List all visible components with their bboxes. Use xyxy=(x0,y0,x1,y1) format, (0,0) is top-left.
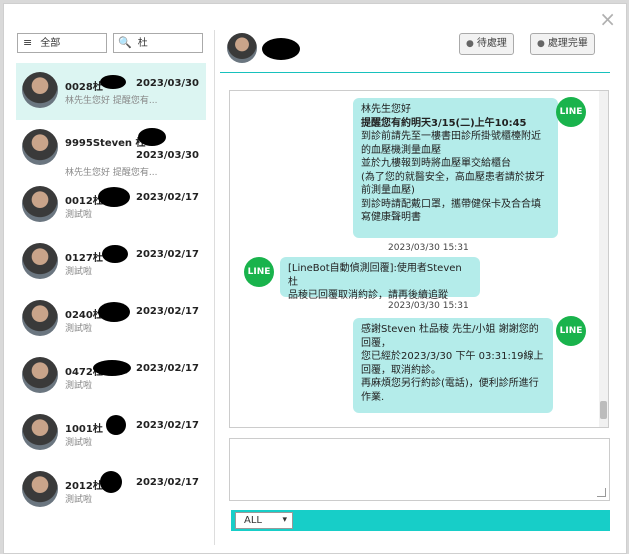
search-value: 杜 xyxy=(137,38,148,49)
line-icon: LINE xyxy=(556,97,586,127)
redaction-mark xyxy=(100,75,126,89)
avatar xyxy=(22,186,58,222)
message-line: 到診前請先至一樓書田診所掛號櫃檯附近 xyxy=(361,131,541,142)
pane-divider xyxy=(214,30,215,545)
redaction-mark xyxy=(98,302,130,322)
message-line: 回覆， xyxy=(361,337,391,349)
contact-item[interactable]: 0472杜 2023/02/17 測試啦 xyxy=(16,348,206,405)
contact-name: 0012杜 xyxy=(65,196,103,207)
avatar xyxy=(22,300,58,336)
contact-preview: 林先生您好 提醒您有... xyxy=(65,96,158,106)
message-timestamp: 2023/03/30 15:31 xyxy=(388,301,469,311)
search-icon: 🔍 xyxy=(118,36,132,49)
contact-preview: 測試啦 xyxy=(65,495,93,505)
message-line: 再麻煩您另行約診(電話)，便利診所進行 xyxy=(361,378,539,389)
message-line: 寫健康聲明書 xyxy=(361,212,421,223)
avatar xyxy=(227,33,257,63)
scrollbar[interactable] xyxy=(599,91,608,427)
message-line: 的血壓機測量血壓 xyxy=(361,144,441,156)
contact-item[interactable]: 0127杜 2023/02/17 測試啦 xyxy=(16,234,206,291)
message-line: 並於九樓報到時將血壓單交給櫃台 xyxy=(361,158,511,169)
avatar xyxy=(22,357,58,393)
message-panel: 林先生您好 提醒您有約明天3/15(二)上午10:45 到診前請先至一樓書田診所… xyxy=(229,90,609,428)
contact-item[interactable]: 1001杜 2023/02/17 測試啦 xyxy=(16,405,206,462)
contact-date: 2023/02/17 xyxy=(136,363,199,374)
message-line: 回覆，取消約診。 xyxy=(361,364,441,376)
message-line: 到診時請配戴口罩，攜帶健保卡及合合填 xyxy=(361,198,541,210)
avatar xyxy=(22,471,58,507)
redaction-mark xyxy=(262,38,300,60)
contact-item[interactable]: 2012杜 2023/02/17 測試啦 xyxy=(16,462,206,519)
contact-date: 2023/02/17 xyxy=(136,306,199,317)
line-icon: LINE xyxy=(556,316,586,346)
done-button[interactable]: ● 處理完畢 xyxy=(530,33,595,55)
filter-dropdown[interactable]: ≡ 全部 xyxy=(17,33,107,53)
contact-date: 2023/02/17 xyxy=(136,477,199,488)
line-icon: LINE xyxy=(244,257,274,287)
chat-icon: ● xyxy=(466,39,474,49)
redaction-mark xyxy=(98,187,130,207)
contact-date: 2023/02/17 xyxy=(136,420,199,431)
contact-name: 0127杜 xyxy=(65,253,103,264)
avatar xyxy=(22,72,58,108)
message-line: [LineBot自動偵測回覆]:使用者Steven 杜 xyxy=(288,263,462,288)
contact-date: 2023/03/30 xyxy=(136,78,199,89)
redaction-mark xyxy=(93,360,131,376)
scrollbar-thumb[interactable] xyxy=(600,401,607,419)
redaction-mark xyxy=(102,245,128,263)
message-input[interactable] xyxy=(229,438,610,501)
pending-button[interactable]: ● 待處理 xyxy=(459,33,514,55)
chevron-down-icon: ▾ xyxy=(282,515,287,525)
pending-label: 待處理 xyxy=(476,38,507,49)
contact-name: 9995Steven 杜 xyxy=(65,138,146,149)
message-bubble: [LineBot自動偵測回覆]:使用者Steven 杜 品稜已回覆取消約診，請再… xyxy=(280,257,480,301)
contact-name: 0028杜 xyxy=(65,82,103,93)
contact-pane: ≡ 全部 🔍 杜 0028杜 2023/03/30 林先生您好 提醒您有... 99… xyxy=(16,30,206,545)
composer-toolbar: ALL ▾ xyxy=(231,510,610,531)
search-input[interactable]: 🔍 杜 xyxy=(113,33,203,53)
avatar xyxy=(22,129,58,165)
contact-name: 0240杜 xyxy=(65,310,103,321)
message-line: 前測量血壓) xyxy=(361,185,415,196)
contact-name: 2012杜 xyxy=(65,481,103,492)
message-bubble: 林先生您好 提醒您有約明天3/15(二)上午10:45 到診前請先至一樓書田診所… xyxy=(353,98,558,238)
channel-select[interactable]: ALL ▾ xyxy=(235,512,293,529)
contact-preview: 測試啦 xyxy=(65,324,93,334)
message-line: 提醒您有約明天3/15(二)上午10:45 xyxy=(361,117,527,129)
contact-preview: 測試啦 xyxy=(65,267,93,277)
redaction-mark xyxy=(138,128,166,146)
chat-icon: ● xyxy=(537,39,545,49)
message-line: (為了您的就醫安全，高血壓患者請於拔牙 xyxy=(361,171,545,183)
contact-item[interactable]: 9995Steven 杜 2023/03/30 林先生您好 提醒您有... xyxy=(16,120,206,178)
message-timestamp: 2023/03/30 15:31 xyxy=(388,243,469,253)
message-line: 感謝Steven 杜品稜 先生/小姐 謝謝您的 xyxy=(361,324,539,335)
message-line: 林先生您好 xyxy=(361,104,411,115)
close-icon[interactable]: × xyxy=(599,9,616,29)
contact-preview: 測試啦 xyxy=(65,381,93,391)
redaction-mark xyxy=(100,471,122,493)
contact-item[interactable]: 0012杜 2023/02/17 測試啦 xyxy=(16,177,206,234)
menu-icon: ≡ xyxy=(23,36,33,49)
channel-select-value: ALL xyxy=(244,515,262,526)
contact-preview: 測試啦 xyxy=(65,438,93,448)
redaction-mark xyxy=(106,415,126,435)
message-bubble: 感謝Steven 杜品稜 先生/小姐 謝謝您的 回覆， 您已經於2023/3/3… xyxy=(353,318,553,413)
contact-item[interactable]: 0028杜 2023/03/30 林先生您好 提醒您有... xyxy=(16,63,206,120)
contact-date: 2023/02/17 xyxy=(136,192,199,203)
contact-item[interactable]: 0240杜 2023/02/17 測試啦 xyxy=(16,291,206,348)
contact-date: 2023/02/17 xyxy=(136,249,199,260)
resize-handle[interactable] xyxy=(597,488,606,497)
message-line: 作業. xyxy=(361,391,385,403)
done-label: 處理完畢 xyxy=(547,38,588,49)
avatar xyxy=(22,243,58,279)
contact-preview: 測試啦 xyxy=(65,210,93,220)
contact-list: 0028杜 2023/03/30 林先生您好 提醒您有... 9995Steve… xyxy=(16,63,206,519)
header-divider xyxy=(220,72,610,73)
filter-label: 全部 xyxy=(40,38,61,49)
contact-name: 1001杜 xyxy=(65,424,103,435)
avatar xyxy=(22,414,58,450)
message-line: 您已經於2023/3/30 下午 03:31:19線上 xyxy=(361,351,544,362)
contact-date: 2023/03/30 xyxy=(136,150,199,161)
